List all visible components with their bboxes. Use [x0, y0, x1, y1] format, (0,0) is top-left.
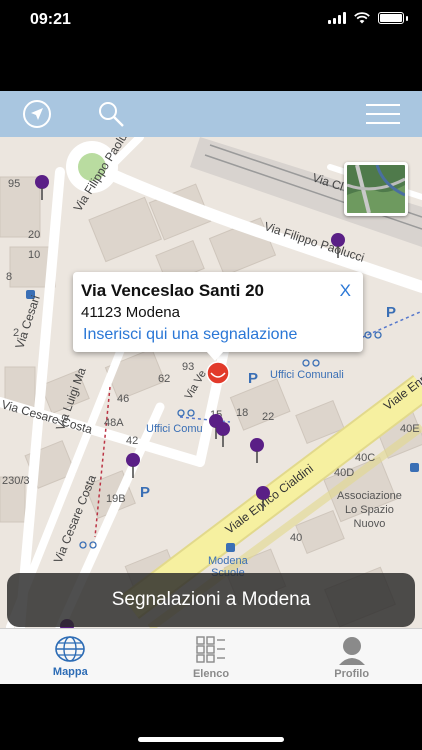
report-pin-icon[interactable]: [329, 232, 347, 258]
map-layer-toggle-thumbnail[interactable]: [344, 162, 408, 216]
status-icons: [328, 12, 408, 24]
status-time: 09:21: [30, 11, 71, 28]
tab-label: Profilo: [334, 668, 370, 680]
map-house-number: 8: [6, 271, 13, 283]
search-icon[interactable]: [94, 97, 128, 131]
tab-elenco[interactable]: Elenco: [141, 629, 282, 684]
tab-bar: Mappa Elenco Profilo: [0, 628, 422, 684]
map-house-number: 46: [117, 393, 130, 405]
map-house-number: 40C: [355, 452, 376, 464]
map-view[interactable]: P P P Via Filippo Paolucci Via Filippo P…: [0, 137, 422, 628]
map-house-number: 20: [28, 229, 41, 241]
selected-location-marker-icon[interactable]: [206, 361, 230, 385]
phone-screen: 09:21 P P P Via Filippo Paolucci Via Fil…: [0, 0, 422, 750]
signal-icon: [328, 12, 346, 24]
map-label-poi: Uffici Comunali: [270, 369, 344, 381]
list-grid-icon: [196, 636, 225, 663]
report-pin-icon[interactable]: [33, 174, 51, 200]
user-icon: [338, 637, 365, 665]
home-indicator[interactable]: [138, 737, 284, 742]
map-house-number: 62: [158, 373, 171, 385]
map-house-number: 10: [28, 249, 41, 261]
report-pin-icon[interactable]: [254, 485, 272, 511]
add-report-link[interactable]: Inserisci qui una segnalazione: [83, 326, 297, 344]
hamburger-menu-icon[interactable]: [366, 97, 400, 131]
tab-label: Mappa: [52, 666, 88, 678]
report-pin-icon[interactable]: [214, 421, 232, 447]
callout-pointer: [206, 351, 224, 361]
battery-tip: [406, 15, 408, 21]
callout-subtitle: 41123 Modena: [81, 304, 180, 321]
map-house-number: 40D: [334, 467, 355, 479]
status-bar: 09:21: [0, 0, 422, 44]
map-house-number: 18: [236, 407, 249, 419]
callout-close-button[interactable]: X: [340, 281, 351, 301]
tab-label: Elenco: [192, 668, 230, 680]
map-house-number: 42: [126, 435, 139, 447]
report-pin-icon[interactable]: [248, 437, 266, 463]
map-house-number: 40: [290, 532, 303, 544]
report-pin-icon[interactable]: [124, 452, 142, 478]
app-toolbar: [0, 91, 422, 137]
svg-text:P: P: [248, 370, 258, 387]
map-label-poi: Uffici Comu: [146, 423, 203, 435]
svg-text:P: P: [140, 484, 150, 501]
map-house-number: 40E: [400, 423, 420, 435]
map-house-number: 48A: [104, 417, 124, 429]
map-house-number: 19B: [106, 493, 126, 505]
map-house-number: 2: [13, 327, 20, 339]
map-house-number: 22: [262, 411, 275, 423]
location-callout: Via Venceslao Santi 20 41123 Modena Inse…: [73, 272, 363, 361]
svg-text:P: P: [386, 304, 396, 321]
map-house-number: 93: [182, 361, 195, 373]
tab-profilo[interactable]: Profilo: [281, 629, 422, 684]
toast-text: Segnalazioni a Modena: [111, 589, 311, 610]
callout-title: Via Venceslao Santi 20: [81, 281, 265, 300]
battery-icon: [378, 12, 404, 24]
map-house-number: 230/3: [2, 475, 30, 487]
map-house-number: 95: [8, 178, 21, 190]
tab-mappa[interactable]: Mappa: [0, 629, 141, 684]
city-toast: Segnalazioni a Modena: [7, 573, 415, 627]
notch: [100, 0, 322, 30]
globe-icon: [55, 636, 86, 662]
location-arrow-icon[interactable]: [20, 97, 54, 131]
map-label-poi: Associazione Lo Spazio Nuovo: [337, 490, 402, 530]
wifi-icon: [354, 12, 370, 24]
